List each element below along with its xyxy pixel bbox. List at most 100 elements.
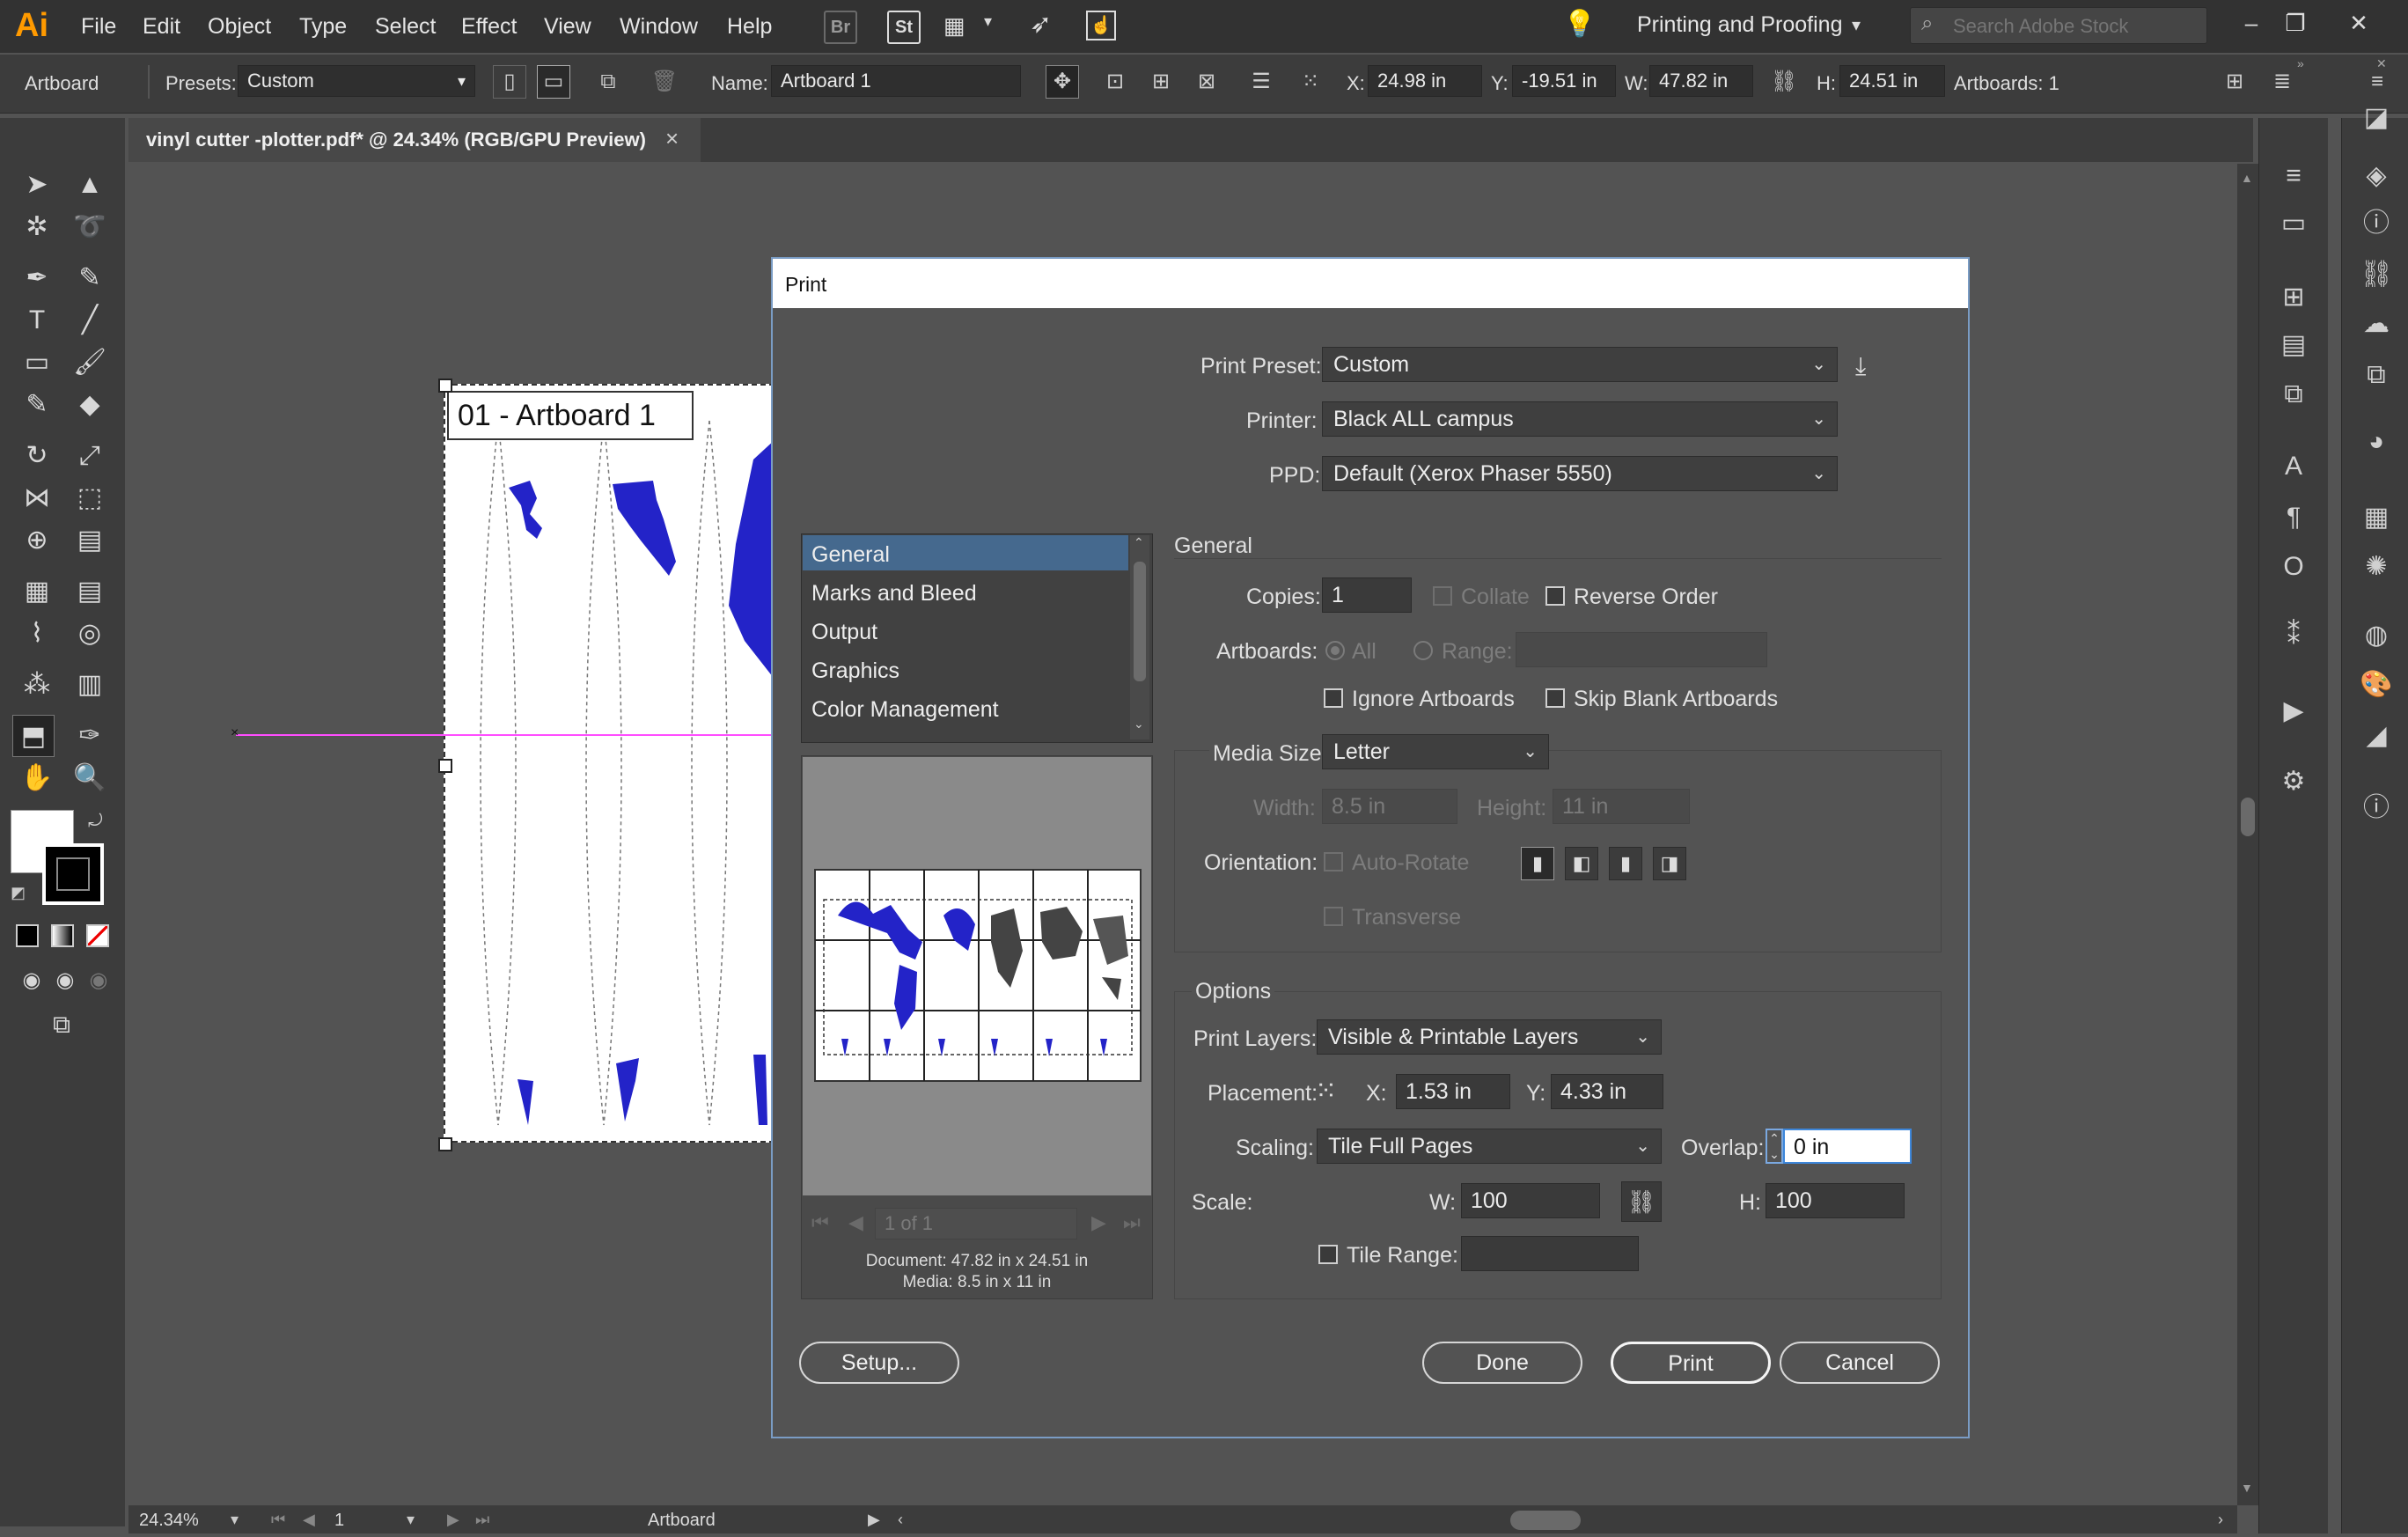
color-panel-icon[interactable]: ◕: [2357, 423, 2396, 461]
lightbulb-icon[interactable]: 💡: [1563, 9, 1596, 40]
scroll-left-icon[interactable]: ‹: [898, 1511, 903, 1529]
preview-page-field[interactable]: 1 of 1: [875, 1208, 1077, 1239]
gradient-mode-icon[interactable]: [51, 924, 74, 947]
menu-effect[interactable]: Effect: [461, 14, 517, 40]
draw-inside-icon[interactable]: ◉: [77, 960, 120, 1002]
guide-line[interactable]: [236, 734, 775, 736]
workspace-switcher[interactable]: Printing and Proofing: [1637, 12, 1842, 38]
direct-selection-tool-icon[interactable]: ▲: [69, 164, 111, 206]
landscape-icon[interactable]: ▭: [537, 65, 570, 99]
menu-type[interactable]: Type: [299, 14, 347, 40]
first-page-icon[interactable]: ⏮: [811, 1211, 829, 1234]
artboard-name-input[interactable]: Artboard 1: [771, 65, 1021, 97]
portrait-icon[interactable]: ▯: [493, 65, 526, 99]
scroll-down-icon[interactable]: ⌄: [1134, 717, 1144, 732]
arrange-icon[interactable]: ⊞: [2218, 65, 2251, 99]
tile-range-input[interactable]: [1461, 1236, 1639, 1271]
center-mark-icon[interactable]: ⊞: [1144, 65, 1178, 99]
pen-tool-icon[interactable]: ✒: [16, 257, 58, 299]
transform-panel-icon[interactable]: ⊞: [2274, 278, 2313, 317]
category-output[interactable]: Output: [811, 620, 877, 645]
artboards-all-radio[interactable]: [1325, 641, 1345, 660]
screen-mode-icon[interactable]: ⧉: [40, 1004, 83, 1046]
stroke-panel-icon[interactable]: ◢: [2357, 717, 2396, 755]
landscape-flipped-icon[interactable]: ◨: [1653, 847, 1686, 880]
creative-cloud-icon[interactable]: ☁: [2357, 305, 2396, 343]
previous-page-icon[interactable]: ◀: [848, 1211, 863, 1234]
align-to-artboard-icon[interactable]: ⊡: [1098, 65, 1132, 99]
document-info-panel-icon[interactable]: ⓘ: [2357, 789, 2396, 827]
free-transform-icon[interactable]: ⬚: [69, 477, 111, 519]
menu-help[interactable]: Help: [727, 14, 772, 40]
menu-select[interactable]: Select: [375, 14, 436, 40]
artboard-tool-icon[interactable]: ⬒: [12, 715, 55, 757]
new-artboard-icon[interactable]: ⧉: [591, 65, 625, 99]
close-panels-icon[interactable]: ✕: [2376, 56, 2387, 71]
portrait-orientation-icon[interactable]: ▮: [1521, 847, 1554, 880]
color-mode-icon[interactable]: [16, 924, 39, 947]
transverse-checkbox[interactable]: [1324, 907, 1343, 926]
cross-hairs-icon[interactable]: ⊠: [1190, 65, 1223, 99]
artboard[interactable]: [444, 384, 775, 1143]
category-general[interactable]: General: [811, 542, 890, 568]
horizontal-scroll-thumb[interactable]: [1510, 1511, 1581, 1530]
ppd-select[interactable]: Default (Xerox Phaser 5550) ⌄: [1322, 456, 1838, 491]
eraser-icon[interactable]: ◆: [69, 384, 111, 426]
document-info-icon[interactable]: ⚙: [2274, 762, 2313, 801]
stroke-swatch[interactable]: [42, 843, 104, 905]
chevron-down-icon[interactable]: ▾: [407, 1511, 415, 1529]
type-tool-icon[interactable]: T: [16, 299, 58, 342]
menu-window[interactable]: Window: [620, 14, 698, 40]
last-page-icon[interactable]: ⏭: [1123, 1211, 1141, 1234]
more-options-icon[interactable]: ≣: [2265, 65, 2299, 99]
rotate-tool-icon[interactable]: ↻: [16, 435, 58, 477]
status-menu-icon[interactable]: ▶: [868, 1511, 880, 1529]
close-window-button[interactable]: ✕: [2332, 5, 2385, 40]
artboards-range-input[interactable]: [1516, 632, 1767, 667]
preview-area[interactable]: [803, 757, 1151, 1195]
stock-button[interactable]: St: [887, 11, 921, 44]
scroll-thumb[interactable]: [2241, 798, 2255, 836]
artboards-range-radio[interactable]: [1413, 641, 1433, 660]
vertical-scrollbar[interactable]: ▲ ▼: [2237, 164, 2258, 1505]
next-artboard-icon[interactable]: ▶: [447, 1511, 459, 1529]
lasso-icon[interactable]: ➰: [69, 206, 111, 248]
artboards-panel-icon[interactable]: ⧉: [2357, 356, 2396, 394]
save-preset-icon[interactable]: ⤓: [1855, 352, 1866, 381]
overlap-stepper[interactable]: ⌃ ⌄: [1766, 1129, 1783, 1164]
graph-tool-icon[interactable]: ▥: [69, 664, 111, 706]
scroll-up-icon[interactable]: ⌃: [1134, 535, 1144, 550]
copies-input[interactable]: 1: [1322, 577, 1412, 613]
h-input[interactable]: 24.51 in: [1839, 65, 1945, 97]
skip-blank-artboards-checkbox[interactable]: [1545, 688, 1565, 708]
landscape-orientation-icon[interactable]: ◧: [1565, 847, 1598, 880]
print-button[interactable]: Print: [1611, 1342, 1771, 1384]
properties-panel-icon[interactable]: ≡: [2274, 157, 2313, 195]
artboard-handle[interactable]: [438, 1137, 452, 1151]
menu-object[interactable]: Object: [208, 14, 271, 40]
print-layers-select[interactable]: Visible & Printable Layers ⌄: [1317, 1019, 1662, 1055]
opentype-panel-icon[interactable]: O: [2274, 548, 2313, 586]
artboard-handle[interactable]: [438, 759, 452, 773]
print-dialog-title-bar[interactable]: Print: [773, 259, 1968, 308]
done-button[interactable]: Done: [1422, 1342, 1582, 1384]
setup-button[interactable]: Setup...: [799, 1342, 959, 1384]
portrait-flipped-icon[interactable]: ▮: [1609, 847, 1642, 880]
auto-rotate-checkbox[interactable]: [1324, 852, 1343, 871]
category-color-management[interactable]: Color Management: [811, 697, 999, 723]
first-artboard-icon[interactable]: ⏮: [271, 1511, 285, 1529]
reference-point-icon[interactable]: ⁙: [1294, 65, 1327, 99]
actions-panel-icon[interactable]: ▶: [2274, 692, 2313, 731]
character-panel-icon[interactable]: A: [2274, 447, 2313, 486]
rectangle-tool-icon[interactable]: ▭: [16, 342, 58, 384]
overlap-input[interactable]: 0 in: [1783, 1129, 1912, 1164]
swap-fill-stroke-icon[interactable]: ⤾: [88, 812, 103, 832]
delete-artboard-icon[interactable]: 🗑: [648, 65, 681, 99]
x-input[interactable]: 24.98 in: [1368, 65, 1482, 97]
scroll-right-icon[interactable]: ›: [2218, 1511, 2223, 1529]
symbol-sprayer-icon[interactable]: ⁂: [16, 664, 58, 706]
menu-view[interactable]: View: [544, 14, 591, 40]
media-width-input[interactable]: 8.5 in: [1322, 789, 1457, 824]
chevron-down-icon[interactable]: ▾: [231, 1511, 239, 1529]
scale-height-input[interactable]: 100: [1766, 1183, 1905, 1218]
